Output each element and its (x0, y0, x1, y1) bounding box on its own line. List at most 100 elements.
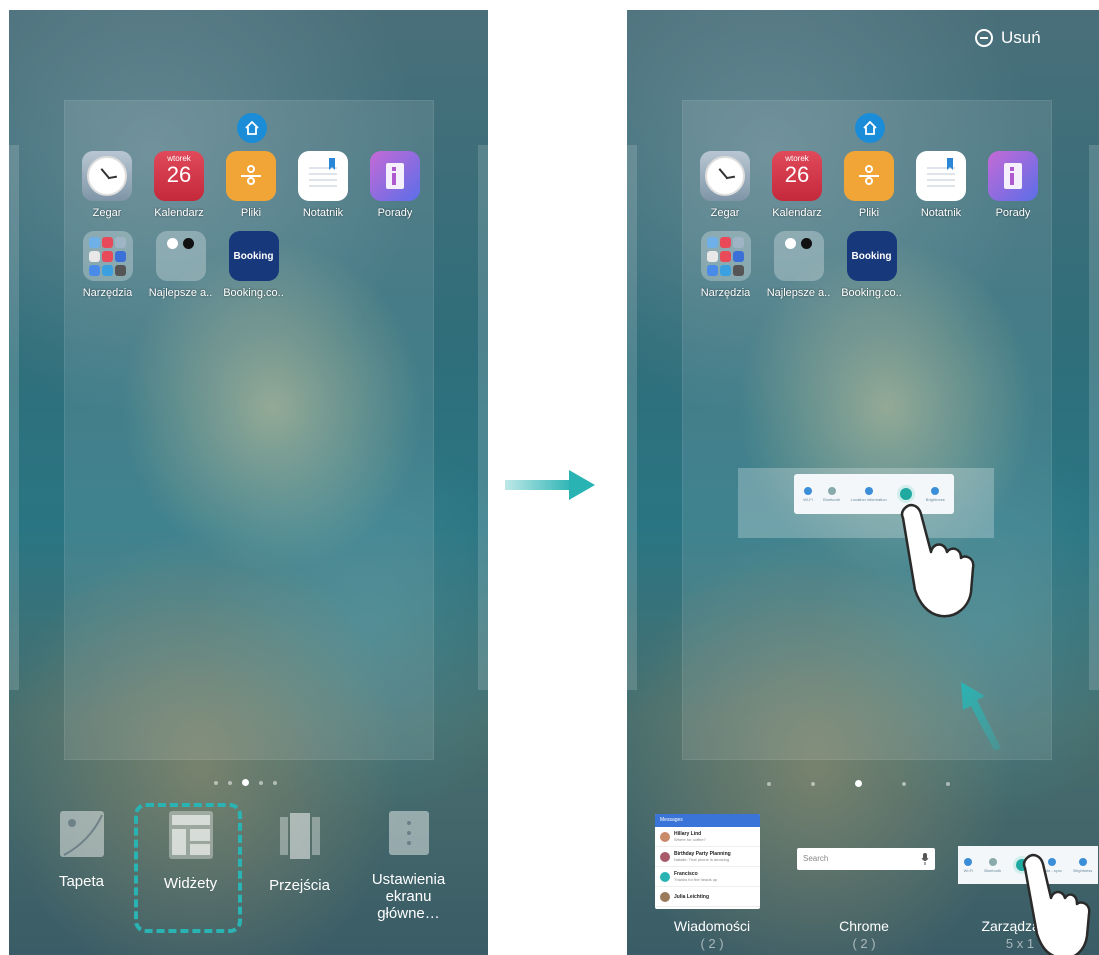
widget-chrome-label[interactable]: Chrome ( 2 ) (799, 918, 929, 951)
more-icon (388, 811, 429, 855)
home-page-preview[interactable]: Zegar wtorek 26 Kalendarz Pliki Notatnik… (64, 100, 434, 760)
widget-count: ( 2 ) (700, 936, 724, 951)
widget-toggle[interactable]: Brightness (926, 486, 945, 502)
brightness-icon (931, 486, 940, 495)
widget-toggle[interactable] (897, 485, 916, 503)
app-calendar[interactable]: wtorek 26 Kalendarz (143, 151, 215, 219)
tips-icon (988, 151, 1038, 201)
page-indicator (767, 780, 950, 787)
app-label: Pliki (858, 207, 880, 219)
wifi-icon (964, 857, 973, 866)
widget-toggle: Bluetooth (984, 857, 1002, 873)
side-page-edge (9, 145, 19, 690)
swipe-up-arrow-icon (961, 682, 1001, 750)
widget-toggle[interactable]: Location information (851, 486, 887, 502)
list-item: Julia Leichting (655, 887, 760, 907)
home-icon[interactable] (237, 113, 267, 143)
notepad-icon (298, 151, 348, 201)
message-snippet: Where for coffee? (674, 837, 706, 842)
app-booking[interactable]: Booking Booking.co.. (217, 231, 290, 299)
bluetooth-icon (988, 857, 997, 866)
app-label: Zegar (710, 207, 740, 219)
folder-best-apps[interactable]: Najlepsze a.. (144, 231, 217, 299)
app-label: Narzędzia (82, 287, 133, 299)
app-label: Porady (377, 207, 413, 219)
hand-pointer-icon (1022, 853, 1091, 955)
app-label: Zegar (92, 207, 122, 219)
menu-label: Ustawienia ekranu główne… (371, 871, 446, 922)
folder-best-apps[interactable]: Najlepsze a.. (762, 231, 835, 299)
app-label: Narzędzia (700, 287, 751, 299)
message-snippet: Thanks for the heads up (674, 877, 718, 882)
app-clock[interactable]: Zegar (689, 151, 761, 219)
side-page-edge (1089, 145, 1099, 690)
remove-button[interactable]: Usuń (975, 28, 1041, 48)
app-tips[interactable]: Porady (977, 151, 1049, 219)
widget-card-title: Messages (660, 817, 683, 823)
menu-label: Przejścia (269, 877, 330, 894)
messages-widget-preview[interactable]: Messages Hillary Lind Where for coffee? B… (655, 814, 760, 909)
wallpaper-icon (59, 811, 104, 857)
app-tips[interactable]: Porady (359, 151, 431, 219)
app-files[interactable]: Pliki (833, 151, 905, 219)
home-icon[interactable] (855, 113, 885, 143)
widget-picker: Messages Hillary Lind Where for coffee? B… (627, 810, 1099, 955)
folder-tools[interactable]: Narzędzia (71, 231, 144, 299)
avatar (660, 831, 670, 842)
folder-tools[interactable]: Narzędzia (689, 231, 762, 299)
folder-icon (773, 231, 824, 281)
app-grid: Zegar wtorek 26 Kalendarz Pliki Notatnik… (689, 151, 1049, 311)
home-page-preview[interactable]: Zegar wtorek 26 Kalendarz Pliki Notatnik… (682, 100, 1052, 760)
widget-toggle-label: Bluetooth (984, 867, 1002, 873)
app-files[interactable]: Pliki (215, 151, 287, 219)
files-icon (226, 151, 276, 201)
location-icon (864, 486, 873, 495)
side-page-edge (478, 145, 488, 690)
widget-count: ( 2 ) (852, 936, 876, 951)
widget-toggle-label: Wi-Fi (803, 496, 813, 502)
search-placeholder: Search (803, 854, 829, 863)
app-booking[interactable]: Booking Booking.co.. (835, 231, 908, 299)
widgets-button[interactable]: Widżety (134, 803, 245, 945)
microphone-icon (921, 853, 929, 865)
app-notepad[interactable]: Notatnik (287, 151, 359, 219)
widget-toggle-label: Wi-Fi (963, 867, 973, 873)
widget-toggle[interactable]: Wi-Fi (803, 486, 813, 502)
transition-arrow-icon (505, 470, 595, 500)
message-snippet: Natalie: That phone is amazing (674, 857, 730, 862)
app-calendar[interactable]: wtorek 26 Kalendarz (761, 151, 833, 219)
app-clock[interactable]: Zegar (71, 151, 143, 219)
list-item: Francisco Thanks for the heads up (655, 867, 760, 887)
calendar-icon: wtorek 26 (154, 151, 204, 201)
app-grid: Zegar wtorek 26 Kalendarz Pliki Notatnik… (71, 151, 431, 311)
wifi-icon (803, 486, 812, 495)
side-page-edge (627, 145, 637, 690)
booking-icon: Booking (846, 231, 897, 281)
booking-icon: Booking (228, 231, 279, 281)
widget-messages-label[interactable]: Wiadomości ( 2 ) (647, 918, 777, 951)
hand-pointer-icon (900, 503, 975, 618)
folder-icon (155, 231, 206, 281)
app-notepad[interactable]: Notatnik (905, 151, 977, 219)
home-settings-button[interactable]: Ustawienia ekranu główne… (354, 805, 463, 945)
calendar-date: 26 (166, 162, 192, 187)
widget-name: Wiadomości (673, 918, 751, 934)
app-label: Najlepsze a.. (766, 287, 831, 299)
contact-name: Julia Leichting (674, 893, 710, 900)
tips-icon (370, 151, 420, 201)
avatar (660, 851, 670, 862)
widgets-icon (168, 811, 213, 859)
wallpaper-button[interactable]: Tapeta (27, 805, 136, 945)
transitions-button[interactable]: Przejścia (245, 805, 354, 945)
app-label: Kalendarz (154, 207, 204, 219)
notepad-icon (916, 151, 966, 201)
app-label: Najlepsze a.. (148, 287, 213, 299)
home-screen-edit-right: Usuń Zegar wtorek 26 Kalendarz Pliki Not… (627, 10, 1099, 955)
bluetooth-icon (827, 486, 836, 495)
edit-menu: Tapeta Widżety Przejścia Ustawienia ekra… (9, 803, 488, 945)
chrome-widget-preview[interactable]: Search (797, 848, 935, 870)
widget-toggle[interactable]: Bluetooth (823, 486, 840, 502)
widget-toggle: Wi-Fi (963, 857, 973, 873)
widget-name: Chrome (839, 918, 889, 934)
remove-icon (975, 29, 993, 47)
